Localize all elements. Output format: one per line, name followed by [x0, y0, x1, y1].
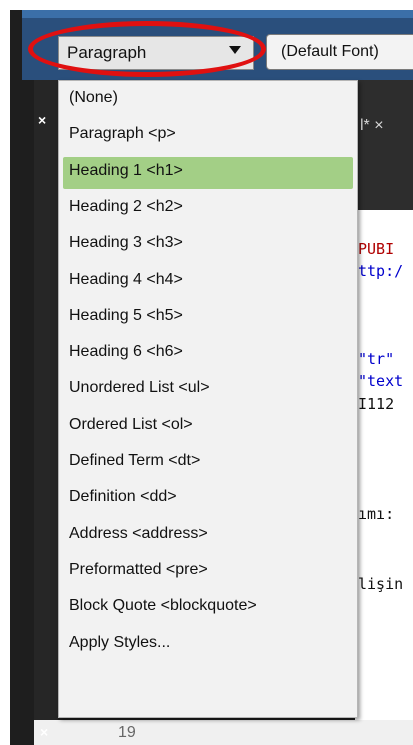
document-tab-strip: [355, 80, 413, 210]
close-icon[interactable]: ×: [40, 724, 48, 740]
left-panel-gutter: [34, 80, 58, 745]
chevron-down-icon[interactable]: [229, 46, 241, 54]
menu-item-label: Unordered List <ul>: [69, 379, 210, 397]
menu-item[interactable]: Definition <dd>: [63, 483, 353, 515]
code-line: ımı:: [358, 505, 395, 523]
menu-item-label: Defined Term <dt>: [69, 452, 201, 469]
font-select[interactable]: (Default Font): [266, 34, 413, 70]
menu-item-label: Heading 3 <h3>: [69, 234, 183, 252]
code-line: "text: [358, 372, 404, 390]
menu-item[interactable]: Heading 3 <h3>: [63, 229, 353, 261]
line-number: 19: [118, 724, 136, 741]
menu-item[interactable]: Heading 4 <h4>: [63, 266, 353, 298]
menu-item-label: Heading 2 <h2>: [69, 197, 183, 215]
close-icon[interactable]: ×: [38, 112, 46, 128]
menu-item-label: Heading 5 <h5>: [69, 306, 183, 324]
menu-item-label: Ordered List <ol>: [69, 415, 193, 433]
format-dropdown-menu: (None) Paragraph <p> Heading 1 <h1> Heading…: [58, 80, 358, 718]
menu-item[interactable]: Address <address>: [63, 520, 353, 552]
editor-bottom-bar: [34, 720, 413, 745]
menu-item-label: Heading 6 <h6>: [69, 343, 183, 361]
menu-item-label: (None): [69, 89, 118, 106]
menu-item[interactable]: Heading 5 <h5>: [63, 302, 353, 334]
format-select-value: Paragraph: [67, 43, 147, 62]
menu-item-label: Heading 1 <h1>: [69, 161, 183, 179]
menu-item[interactable]: Paragraph <p>: [63, 120, 353, 152]
menu-item-label: Block Quote <blockquote>: [69, 597, 257, 615]
menu-item-label: Definition <dd>: [69, 488, 177, 506]
menu-item-label: Heading 4 <h4>: [69, 270, 183, 288]
menu-item-label: Apply Styles...: [69, 633, 171, 651]
menu-item-label: Preformatted <pre>: [69, 560, 208, 578]
screenshot-frame: Paragraph (Default Font) × l* × PUBI ttp:…: [0, 0, 413, 745]
code-line: ttp:/: [358, 262, 404, 280]
format-select[interactable]: Paragraph: [58, 36, 254, 70]
code-line: lişin: [358, 575, 404, 593]
font-select-value: (Default Font): [281, 43, 379, 60]
menu-item[interactable]: Block Quote <blockquote>: [63, 592, 353, 624]
code-editor[interactable]: [355, 210, 413, 720]
menu-item[interactable]: Unordered List <ul>: [63, 374, 353, 406]
code-line: "tr": [358, 350, 395, 368]
menu-item[interactable]: Apply Styles...: [63, 629, 353, 661]
code-line: PUBI: [358, 240, 395, 258]
menu-item[interactable]: (None): [63, 84, 353, 116]
menu-item-label: Address <address>: [69, 524, 208, 542]
menu-item[interactable]: Ordered List <ol>: [63, 411, 353, 443]
code-line: I112: [358, 395, 395, 413]
menu-item[interactable]: Defined Term <dt>: [63, 447, 353, 479]
menu-item-label: Paragraph <p>: [69, 125, 176, 143]
menu-item[interactable]: Heading 1 <h1>: [63, 156, 353, 189]
menu-item[interactable]: Preformatted <pre>: [63, 556, 353, 588]
document-tab[interactable]: l* ×: [360, 117, 384, 135]
menu-item[interactable]: Heading 2 <h2>: [63, 193, 353, 225]
title-strip: [22, 10, 413, 18]
menu-item[interactable]: Heading 6 <h6>: [63, 338, 353, 370]
